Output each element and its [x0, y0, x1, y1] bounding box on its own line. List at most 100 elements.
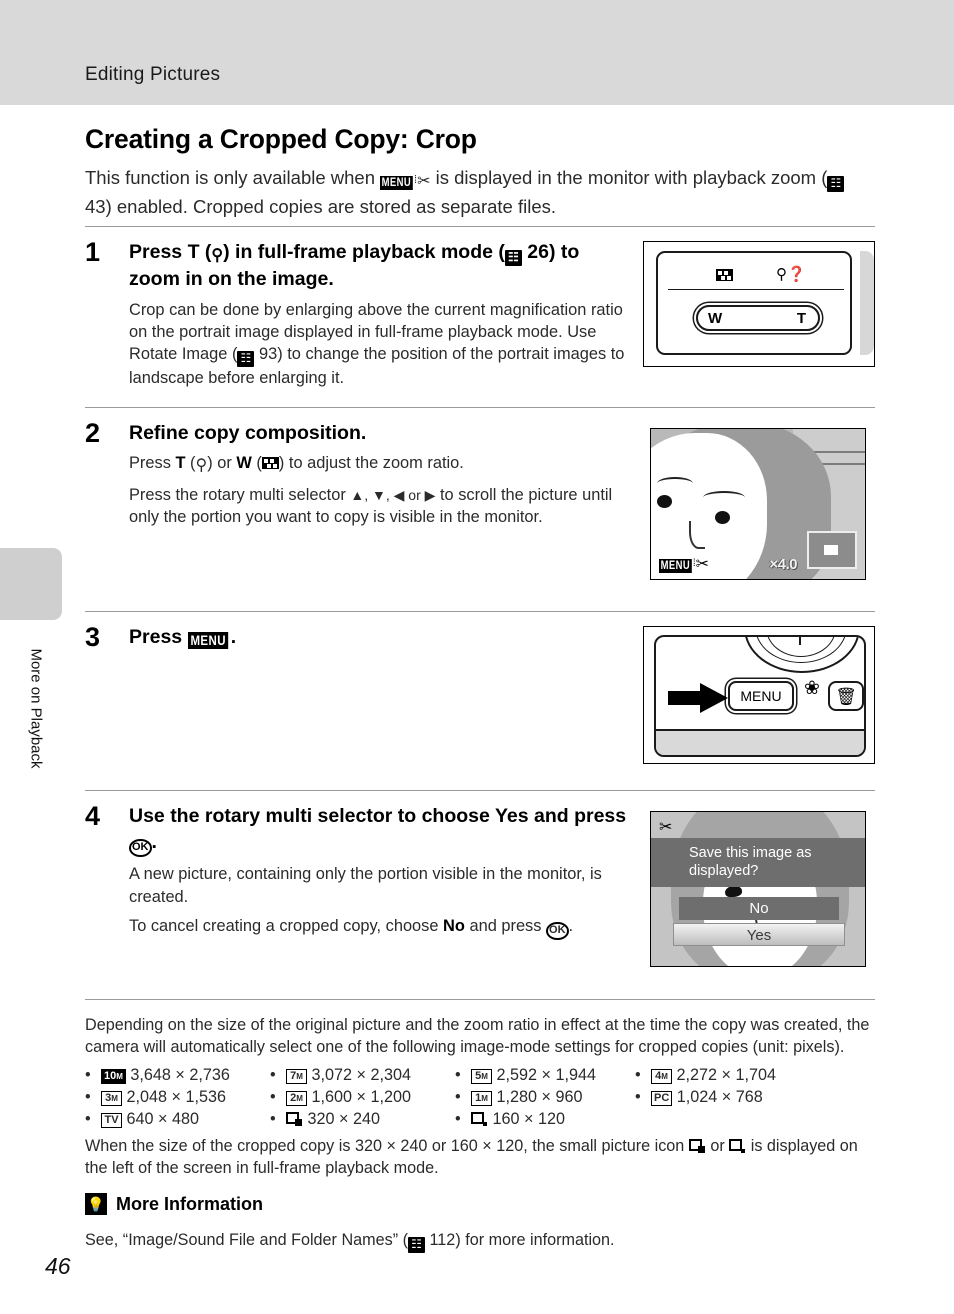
no-option-label: No: [443, 917, 465, 936]
more-information-text: See, “Image/Sound File and Folder Names”…: [85, 1231, 875, 1254]
list-item: • 7M 3,072 × 2,304: [270, 1066, 411, 1085]
step3-text-2: .: [230, 625, 237, 648]
book-reference-icon: ☷: [237, 351, 255, 368]
small-picture-icon: [286, 1112, 303, 1127]
step4-text-1: Use the rotary multi selector to choose: [129, 804, 490, 827]
direction-arrows-icon: ▲, ▼, ◀ or ▶: [350, 486, 436, 503]
zoom-ratio-indicator: ×4.0: [769, 555, 797, 573]
step3-text-1: Press: [129, 625, 183, 648]
list-item: • 10M 3,648 × 2,736: [85, 1066, 230, 1085]
step-heading: Press MENU.: [129, 624, 627, 650]
image-mode-badge: TV: [101, 1113, 122, 1129]
small-note-text-1: When the size of the cropped copy is 320…: [85, 1137, 685, 1156]
delete-button[interactable]: 🗑: [828, 680, 864, 711]
image-mode-size: 2,272 × 1,704: [676, 1066, 776, 1085]
image-mode-badge: 10M: [101, 1069, 126, 1085]
menu-button[interactable]: MENU: [728, 680, 794, 711]
list-item: • 2M 1,600 × 1,200: [270, 1088, 411, 1107]
ok-button-icon: OK: [129, 839, 152, 858]
camera-top-body: ⚲❓ W T: [656, 250, 852, 355]
step-heading: Use the rotary multi selector to choose …: [129, 803, 627, 858]
eyebrow-right: [703, 490, 745, 504]
list-item-empty: [635, 1110, 815, 1129]
small-note-or: or: [710, 1137, 725, 1156]
step4-text-5: and press: [469, 917, 542, 936]
menu-crop-tag: MENU ⁞✂: [659, 554, 709, 574]
image-mode-size: 1,600 × 1,200: [311, 1088, 411, 1107]
step4-description-2: To cancel creating a cropped copy, choos…: [129, 915, 627, 941]
image-mode-badge: 4M: [651, 1069, 672, 1085]
camera-zoom-control-illustration: ⚲❓ W T: [643, 240, 875, 367]
book-reference-icon: ☷: [827, 176, 845, 192]
step2-text-or: or: [217, 454, 232, 473]
step-body: Press T (⚲) in full-frame playback mode …: [129, 239, 627, 390]
scissors-icon: ✂: [695, 555, 710, 573]
step2-text-1: Press: [129, 454, 171, 473]
step-number: 2: [85, 417, 101, 448]
dialog-option-yes[interactable]: Yes: [673, 922, 845, 946]
camera-side-shading: [860, 250, 874, 355]
step1-ref-page: 26: [527, 240, 549, 263]
image-mode-badge: 1M: [471, 1091, 492, 1107]
menu-icon: MENU: [380, 176, 413, 191]
step-body: Refine copy composition. Press T (⚲) or …: [129, 420, 627, 529]
step-1: 1 Press T (⚲) in full-frame playback mod…: [85, 225, 875, 407]
list-item: • 160 × 120: [455, 1110, 565, 1129]
step4-description-1: A new picture, containing only the porti…: [129, 865, 602, 906]
tele-button-label: T: [175, 454, 186, 473]
step-heading: Refine copy composition.: [129, 421, 367, 444]
intro-ref-page: 43: [85, 195, 106, 217]
list-item: • PC 1,024 × 768: [635, 1088, 763, 1107]
image-mode-size: 320 × 240: [307, 1110, 380, 1129]
thumbnail-icon: [261, 457, 279, 470]
eye-left: [657, 494, 672, 508]
image-mode-size: 3,072 × 2,304: [311, 1066, 411, 1085]
zoom-tele-label: T: [796, 309, 806, 327]
step2-text-3: Press the rotary multi selector: [129, 485, 346, 504]
list-item: • 1M 1,280 × 960: [455, 1088, 583, 1107]
step-body: Use the rotary multi selector to choose …: [129, 803, 627, 941]
scissors-icon: ✂: [417, 173, 431, 190]
image-mode-size: 160 × 120: [492, 1110, 565, 1129]
ok-button-icon: OK: [546, 922, 569, 941]
intro-text-2: is displayed in the monitor with playbac…: [435, 167, 828, 188]
image-mode-size: 640 × 480: [126, 1110, 199, 1129]
scissors-icon: ✂: [659, 818, 673, 836]
step4-text-4: To cancel creating a cropped copy, choos…: [129, 917, 439, 936]
zoom-rocker[interactable]: W T: [696, 304, 820, 331]
image-mode-badge: 3M: [101, 1091, 122, 1107]
step-4: 4 Use the rotary multi selector to choos…: [85, 789, 875, 1000]
image-mode-size: 3,648 × 2,736: [130, 1066, 230, 1085]
step2-figure: MENU ⁞✂ ×4.0: [643, 422, 875, 588]
list-item: • 3M 2,048 × 1,536: [85, 1088, 226, 1107]
chapter-tab-label: More on Playback: [27, 648, 45, 769]
dialog-option-no[interactable]: No: [679, 896, 839, 920]
image-mode-list: • 10M 3,648 × 2,736 • 7M 3,072 × 2,304 • 5M…: [85, 1066, 875, 1129]
dial-tick-mark: [799, 636, 801, 645]
page-number: 46: [45, 1253, 71, 1279]
step1-body-ref-page: 93: [258, 345, 278, 364]
small-picture-note: When the size of the cropped copy is 320…: [85, 1135, 875, 1179]
image-mode-size: 1,024 × 768: [676, 1088, 763, 1107]
magnifier-icon: ⚲: [195, 457, 208, 475]
more-information-title: More Information: [116, 1193, 263, 1214]
zoom-wide-label: W: [708, 309, 723, 327]
more-information-heading: 💡 More Information: [85, 1193, 875, 1216]
magnifier-help-icon: ⚲❓: [776, 265, 806, 283]
step2-description-2: Press the rotary multi selector ▲, ▼, ◀ …: [129, 484, 627, 529]
step4-text-6: .: [568, 917, 574, 936]
thumbnail-icon: [716, 268, 733, 281]
small-picture-icon: [471, 1112, 488, 1127]
list-item: • 320 × 240: [270, 1110, 380, 1129]
monitor-screen: MENU ⁞✂ ×4.0: [650, 427, 866, 580]
wide-button-label: W: [236, 454, 252, 473]
step-heading: Press T (⚲) in full-frame playback mode …: [129, 240, 580, 291]
step1-head-text-2: in full-frame playback mode (: [235, 240, 505, 263]
monitor-screen: ✂ Save this image as displayed? No Yes: [650, 810, 866, 967]
step-body: Press MENU.: [129, 624, 627, 650]
book-reference-icon: ☷: [408, 1237, 425, 1254]
image-mode-size: 2,592 × 1,944: [496, 1066, 596, 1085]
image-mode-size: 2,048 × 1,536: [126, 1088, 226, 1107]
step3-figure: MENU ❀ 🗑: [643, 625, 875, 764]
tele-button-label: T: [187, 240, 200, 263]
